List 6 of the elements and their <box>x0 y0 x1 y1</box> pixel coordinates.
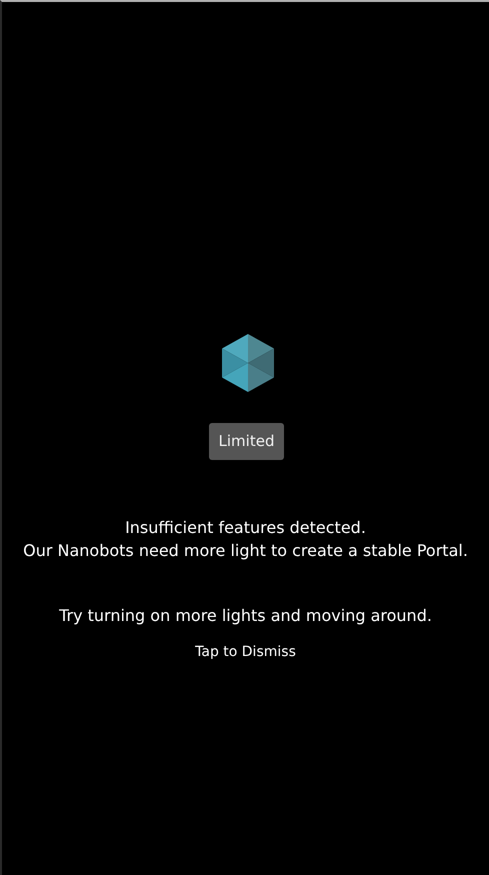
status-badge: Limited <box>208 423 284 460</box>
message-text: Insufficient features detected. <box>125 517 366 539</box>
message-text: Our Nanobots need more light to create a stable Portal. <box>23 540 468 562</box>
hint-text: Try turning on more lights and moving around. <box>59 605 432 627</box>
hexagon-icon <box>222 334 274 392</box>
dismiss-link[interactable]: Tap to Dismiss <box>195 642 296 662</box>
